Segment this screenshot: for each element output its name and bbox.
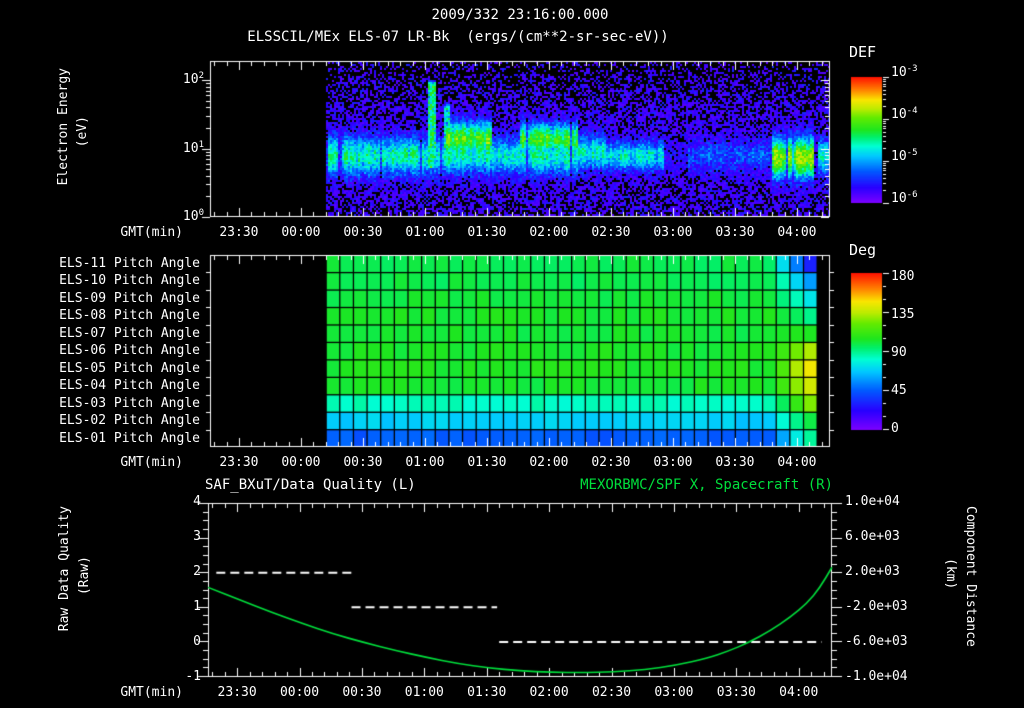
spectrogram-y-axis-units: (eV) [75, 116, 90, 148]
pitch-row-label: ELS-07 Pitch Angle [59, 325, 200, 341]
pitch-panel-x-tick-label: 00:00 [281, 455, 321, 470]
bottom-panel-right-title: MEXORBMC/SPF X, Spacecraft (R) [580, 477, 833, 493]
spectrogram-x-tick-label: 03:30 [715, 225, 755, 240]
pitch-panel-x-tick-label: 03:30 [715, 455, 755, 470]
pitch-panel-x-tick-label: 23:30 [219, 455, 259, 470]
pitch-panel-x-tick-label: 00:30 [343, 455, 383, 470]
page-title: 2009/332 23:16:00.000 [431, 7, 609, 23]
pitch-row-label: ELS-09 Pitch Angle [59, 290, 200, 306]
spectrogram-x-tick-label: 01:30 [467, 225, 507, 240]
spectrogram-x-tick-label: 03:00 [653, 225, 693, 240]
pitch-panel-x-tick-label: 02:00 [529, 455, 569, 470]
pitch-row-label: ELS-04 Pitch Angle [59, 378, 200, 394]
bottom-left-y-tick-label: 4 [193, 494, 201, 509]
bottom-right-y-tick-label: -2.0e+03 [845, 599, 908, 614]
bottom-right-y-tick-label: -1.0e+04 [845, 669, 908, 684]
spectrogram-x-tick-label: 04:00 [777, 225, 817, 240]
deg-colorbar-tick-label: 180 [891, 269, 915, 284]
pitch-row-label: ELS-08 Pitch Angle [59, 308, 200, 324]
spectrogram-x-tick-label: 01:00 [405, 225, 445, 240]
pitch-row-label: ELS-11 Pitch Angle [59, 256, 200, 271]
pitch-row-label: ELS-10 Pitch Angle [59, 273, 200, 289]
spectrogram-x-tick-label: 00:30 [343, 225, 383, 240]
bottom-left-y-tick-label: 1 [193, 599, 201, 614]
bottom-left-y-tick-label: 2 [193, 564, 201, 579]
bottom-right-y-axis-label: Component Distance [963, 506, 978, 647]
pitch-panel-x-tick-label: 02:30 [591, 455, 631, 470]
bottom-left-y-axis-units: (Raw) [77, 556, 92, 596]
bottom-panel-x-tick-label: 04:00 [779, 685, 819, 700]
bottom-panel-x-tick-label: 00:00 [279, 685, 320, 700]
bottom-panel-x-tick-label: 01:00 [404, 685, 444, 700]
bottom-panel-left-title: SAF_BXuT/Data Quality (L) [205, 477, 416, 493]
spectrogram-y-tick-label: 102 [182, 71, 204, 87]
bottom-right-y-tick-label: 1.0e+04 [845, 494, 900, 509]
deg-colorbar-tick-label: 45 [891, 383, 907, 398]
bottom-panel-x-tick-label: 02:30 [591, 685, 632, 700]
bottom-left-y-tick-label: 0 [193, 634, 201, 649]
pitch-row-label: ELS-02 Pitch Angle [59, 413, 200, 429]
pitch-panel-x-axis-label: GMT(min) [120, 455, 183, 470]
spectrogram-x-tick-label: 02:30 [591, 225, 631, 240]
bottom-right-y-tick-label: -6.0e+03 [845, 634, 908, 649]
bottom-panel-x-tick-label: 03:00 [654, 685, 694, 700]
spectrogram-y-tick-label: 101 [182, 140, 204, 156]
def-colorbar-tick-label: 10-5 [891, 148, 918, 164]
bottom-left-y-tick-label: -1 [185, 669, 201, 684]
deg-colorbar-tick-label: 90 [891, 345, 907, 360]
pitch-panel-x-tick-label: 04:00 [777, 455, 817, 470]
bottom-panel-x-tick-label: 02:00 [529, 685, 569, 700]
pitch-panel-x-tick-label: 03:00 [653, 455, 693, 470]
bottom-panel-x-tick-label: 01:30 [467, 685, 507, 700]
spectrogram-x-axis-label: GMT(min) [120, 225, 183, 240]
bottom-panel-x-axis-label: GMT(min) [120, 685, 183, 700]
spectrogram-y-tick-label: 100 [182, 208, 204, 224]
spectrogram-x-tick-label: 00:00 [281, 225, 321, 240]
spectrogram-x-tick-label: 23:30 [219, 225, 259, 240]
pitch-row-label: ELS-05 Pitch Angle [59, 360, 200, 376]
spectrogram-x-tick-label: 02:00 [529, 225, 569, 240]
bottom-left-y-axis-label: Raw Data Quality [57, 506, 72, 632]
pitch-panel-x-tick-label: 01:30 [467, 455, 507, 470]
def-colorbar-tick-label: 10-3 [891, 64, 918, 80]
bottom-left-y-tick-label: 3 [193, 529, 201, 544]
pitch-row-label: ELS-06 Pitch Angle [59, 343, 200, 359]
plot-screen: 2009/332 23:16:00.000 ELSSCIL/MEx ELS-07… [0, 0, 1024, 708]
def-colorbar-tick-label: 10-4 [891, 106, 918, 122]
bottom-panel-x-tick-label: 03:30 [716, 685, 756, 700]
deg-colorbar-title: Deg [849, 241, 877, 259]
pitch-row-label: ELS-03 Pitch Angle [59, 395, 200, 411]
def-colorbar-title: DEF [849, 43, 877, 61]
pitch-panel-x-tick-label: 01:00 [405, 455, 445, 470]
bottom-right-y-axis-units: (km) [943, 558, 958, 590]
spectrogram-y-axis-label: Electron Energy [56, 68, 71, 186]
bottom-panel-x-tick-label: 23:30 [217, 685, 257, 700]
bottom-right-y-tick-label: 2.0e+03 [845, 564, 900, 579]
bottom-panel-x-tick-label: 00:30 [342, 685, 382, 700]
deg-colorbar-tick-label: 0 [891, 421, 899, 436]
def-colorbar-tick-label: 10-6 [891, 190, 918, 206]
deg-colorbar-tick-label: 135 [891, 307, 915, 322]
plot-subtitle: ELSSCIL/MEx ELS-07 LR-Bk (ergs/(cm**2-sr… [247, 29, 669, 45]
pitch-row-label: ELS-01 Pitch Angle [59, 430, 200, 446]
bottom-right-y-tick-label: 6.0e+03 [845, 529, 900, 544]
